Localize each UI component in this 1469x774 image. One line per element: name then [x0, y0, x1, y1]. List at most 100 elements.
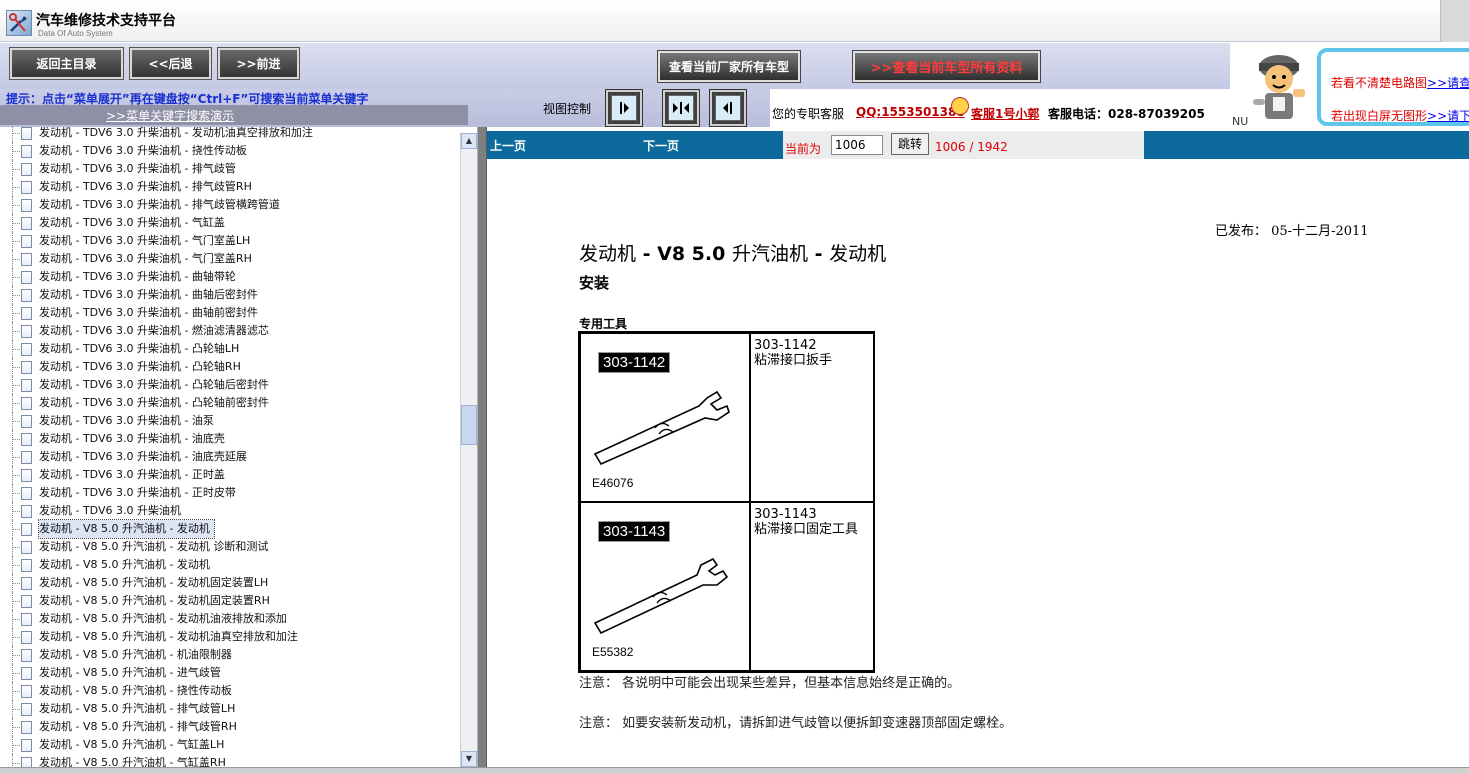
scroll-thumb[interactable] [461, 405, 477, 445]
tree-item[interactable]: 发动机 - V8 5.0 升汽油机 - 发动机固定装置LH [0, 574, 460, 592]
tree-item[interactable]: 发动机 - TDV6 3.0 升柴油机 - 发动机油真空排放和加注 [0, 127, 460, 142]
tree-item[interactable]: 发动机 - V8 5.0 升汽油机 - 排气歧管LH [0, 700, 460, 718]
tree-item[interactable]: 发动机 - TDV6 3.0 升柴油机 - 凸轮轴前密封件 [0, 394, 460, 412]
tree-connector [13, 241, 20, 242]
support-qq-link[interactable]: QQ:1553501388 [856, 105, 965, 119]
document-page-icon [21, 163, 32, 176]
tree-item[interactable]: 发动机 - V8 5.0 升汽油机 - 气缸盖RH [0, 754, 460, 767]
prev-page-link[interactable]: 上一页 [490, 137, 526, 154]
view-split-button[interactable] [662, 89, 700, 127]
tree-connector [12, 754, 20, 767]
pane-splitter[interactable] [477, 127, 487, 774]
search-demo-link[interactable]: >>菜单关键字搜索演示 [106, 107, 234, 124]
document-page-icon [21, 559, 32, 572]
forward-button[interactable]: >>前进 [217, 47, 300, 80]
view-expand-left-button[interactable] [605, 89, 643, 127]
tree-item[interactable]: 发动机 - TDV6 3.0 升柴油机 - 凸轮轴后密封件 [0, 376, 460, 394]
tree-item[interactable]: 发动机 - TDV6 3.0 升柴油机 - 油泵 [0, 412, 460, 430]
document-page-icon [21, 181, 32, 194]
tree-item[interactable]: 发动机 - TDV6 3.0 升柴油机 - 排气歧管RH [0, 178, 460, 196]
content-header: 上一页 下一页 当前为 跳转 1006 / 1942 [487, 131, 1469, 159]
promo-line-1: 若看不清楚电路图>>请查 [1331, 74, 1469, 91]
promo-line-2-link[interactable]: >>请下 [1427, 109, 1469, 123]
tree-item[interactable]: 发动机 - V8 5.0 升汽油机 - 挠性传动板 [0, 682, 460, 700]
tree-connector [13, 295, 20, 296]
page-number-input[interactable] [831, 135, 883, 155]
tree-item[interactable]: 发动机 - V8 5.0 升汽油机 - 机油限制器 [0, 646, 460, 664]
document-page-icon [21, 469, 32, 482]
home-button[interactable]: 返回主目录 [9, 47, 124, 80]
scroll-up-icon[interactable]: ▲ [461, 133, 477, 149]
tree-item[interactable]: 发动机 - TDV6 3.0 升柴油机 - 凸轮轴LH [0, 340, 460, 358]
tree-item[interactable]: 发动机 - TDV6 3.0 升柴油机 - 油底壳 [0, 430, 460, 448]
title-part-3: 升汽油机 [731, 243, 808, 265]
tree-item[interactable]: 发动机 - TDV6 3.0 升柴油机 - 气门室盖LH [0, 232, 460, 250]
tree-connector [13, 457, 20, 458]
scroll-down-icon[interactable]: ▼ [461, 751, 477, 767]
tree-item-label: 发动机 - TDV6 3.0 升柴油机 - 正时盖 [39, 468, 225, 481]
tree-connector [13, 367, 20, 368]
tree-connector [13, 493, 20, 494]
all-models-button[interactable]: 查看当前厂家所有车型 [657, 50, 801, 83]
mechanic-mascot-icon [1253, 55, 1305, 119]
tree-scrollbar[interactable]: ▲ ▼ [460, 133, 477, 767]
view-expand-right-button[interactable] [709, 89, 747, 127]
tree-item[interactable]: 发动机 - V8 5.0 升汽油机 - 气缸盖LH [0, 736, 460, 754]
tree-item-label: 发动机 - TDV6 3.0 升柴油机 - 油底壳 [39, 432, 225, 445]
back-button[interactable]: <<后退 [129, 47, 212, 80]
tool-image-cell: 303-1143 E55382 [580, 502, 750, 671]
tree-item[interactable]: 发动机 - TDV6 3.0 升柴油机 - 曲轴后密封件 [0, 286, 460, 304]
tree-connector [13, 745, 20, 746]
tree-connector [13, 655, 20, 656]
tree-item[interactable]: 发动机 - V8 5.0 升汽油机 - 排气歧管RH [0, 718, 460, 736]
tree-item[interactable]: 发动机 - V8 5.0 升汽油机 - 发动机油液排放和添加 [0, 610, 460, 628]
tool-name: 粘滞接口固定工具 [754, 522, 859, 537]
tree-item[interactable]: 发动机 - TDV6 3.0 升柴油机 - 正时皮带 [0, 484, 460, 502]
jump-button[interactable]: 跳转 [891, 133, 929, 155]
tree-connector [13, 169, 20, 170]
note-1: 注意： 各说明中可能会出现某些差异，但基本信息始终是正确的。 [579, 676, 961, 691]
tree-connector [13, 313, 20, 314]
tree-item[interactable]: 发动机 - TDV6 3.0 升柴油机 - 油底壳延展 [0, 448, 460, 466]
tree-item[interactable]: 发动机 - TDV6 3.0 升柴油机 - 排气歧管 [0, 160, 460, 178]
tree-item[interactable]: 发动机 - V8 5.0 升汽油机 - 发动机油真空排放和加注 [0, 628, 460, 646]
tree-item[interactable]: 发动机 - TDV6 3.0 升柴油机 - 曲轴带轮 [0, 268, 460, 286]
tree-item[interactable]: 发动机 - V8 5.0 升汽油机 - 发动机 [0, 519, 460, 539]
tree-item[interactable]: 发动机 - TDV6 3.0 升柴油机 - 燃油滤清器滤芯 [0, 322, 460, 340]
document-page-icon [21, 613, 32, 626]
tree-item-label: 发动机 - TDV6 3.0 升柴油机 - 曲轴前密封件 [39, 306, 258, 319]
tool-part-label: 303-1143 [598, 521, 671, 542]
tree-item-label: 发动机 - TDV6 3.0 升柴油机 - 凸轮轴LH [39, 342, 240, 355]
tree-item[interactable]: 发动机 - TDV6 3.0 升柴油机 - 曲轴前密封件 [0, 304, 460, 322]
support-agent-link[interactable]: 客服1号小郭 [971, 105, 1039, 122]
wrench-illustration-icon [593, 557, 729, 635]
tree-item[interactable]: 发动机 - TDV6 3.0 升柴油机 - 排气歧管横跨管道 [0, 196, 460, 214]
tree-item[interactable]: 发动机 - V8 5.0 升汽油机 - 进气歧管 [0, 664, 460, 682]
special-tools-table: 303-1142 E46076 303-1142 粘滞接口扳手 303-1143… [578, 331, 875, 673]
tree-item[interactable]: 发动机 - V8 5.0 升汽油机 - 发动机 [0, 556, 460, 574]
tree-item[interactable]: 发动机 - V8 5.0 升汽油机 - 发动机固定装置RH [0, 592, 460, 610]
promo-line-1-link[interactable]: >>请查 [1427, 76, 1469, 90]
document-page-icon [21, 253, 32, 266]
tree-item[interactable]: 发动机 - TDV6 3.0 升柴油机 - 气门室盖RH [0, 250, 460, 268]
tree-item[interactable]: 发动机 - TDV6 3.0 升柴油机 [0, 502, 460, 520]
tree-item[interactable]: 发动机 - TDV6 3.0 升柴油机 - 凸轮轴RH [0, 358, 460, 376]
tree-item[interactable]: 发动机 - V8 5.0 升汽油机 - 发动机 诊断和测试 [0, 538, 460, 556]
tool-figure-code: E55382 [592, 645, 634, 659]
qq-penguin-icon[interactable] [951, 97, 969, 115]
next-page-link[interactable]: 下一页 [643, 137, 679, 154]
tree-item-label: 发动机 - V8 5.0 升汽油机 - 发动机 诊断和测试 [39, 540, 269, 553]
tree-item[interactable]: 发动机 - TDV6 3.0 升柴油机 - 气缸盖 [0, 214, 460, 232]
tree-item-label: 发动机 - TDV6 3.0 升柴油机 [39, 504, 181, 517]
current-model-button[interactable]: >>查看当前车型所有资料 [852, 50, 1041, 83]
tree-item-label: 发动机 - TDV6 3.0 升柴油机 - 气门室盖RH [39, 252, 252, 265]
document-page-icon [21, 595, 32, 608]
tree-connector [13, 763, 20, 764]
toolbar: 返回主目录 <<后退 >>前进 查看当前厂家所有车型 >>查看当前车型所有资料 [0, 43, 1230, 89]
tree-connector [13, 277, 20, 278]
tree-item[interactable]: 发动机 - TDV6 3.0 升柴油机 - 挠性传动板 [0, 142, 460, 160]
tree-connector [13, 691, 20, 692]
title-part-5: 发动机 [829, 243, 887, 265]
hint-row: 提示：点击“菜单展开”再在键盘按“Ctrl+F”可搜索当前菜单关键字 >>菜单关… [0, 89, 770, 127]
tree-item[interactable]: 发动机 - TDV6 3.0 升柴油机 - 正时盖 [0, 466, 460, 484]
